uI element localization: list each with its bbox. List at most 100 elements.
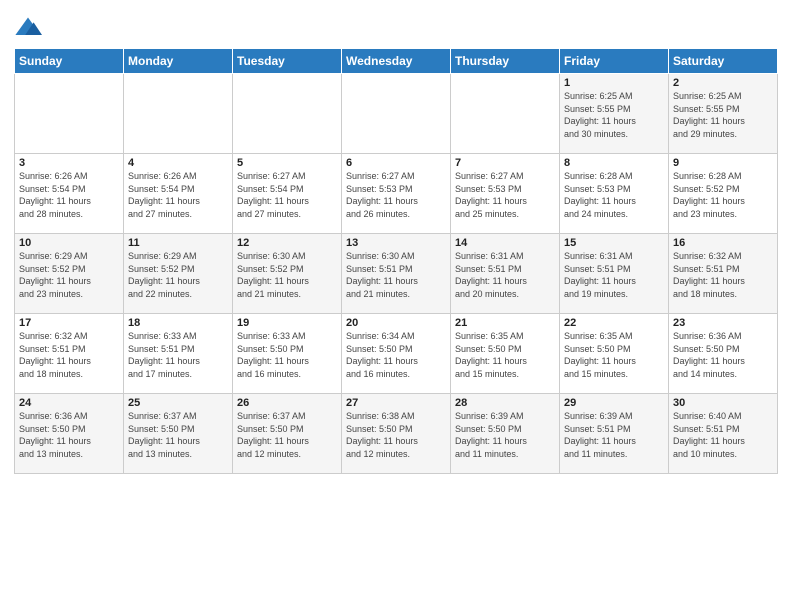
header-cell-monday: Monday [124, 49, 233, 74]
day-cell [451, 74, 560, 154]
day-cell: 24Sunrise: 6:36 AM Sunset: 5:50 PM Dayli… [15, 394, 124, 474]
day-cell: 29Sunrise: 6:39 AM Sunset: 5:51 PM Dayli… [560, 394, 669, 474]
day-cell: 27Sunrise: 6:38 AM Sunset: 5:50 PM Dayli… [342, 394, 451, 474]
day-number: 7 [455, 157, 555, 169]
day-info: Sunrise: 6:32 AM Sunset: 5:51 PM Dayligh… [673, 250, 773, 300]
day-number: 18 [128, 317, 228, 329]
day-info: Sunrise: 6:32 AM Sunset: 5:51 PM Dayligh… [19, 330, 119, 380]
day-cell [233, 74, 342, 154]
day-info: Sunrise: 6:39 AM Sunset: 5:51 PM Dayligh… [564, 410, 664, 460]
day-number: 6 [346, 157, 446, 169]
day-info: Sunrise: 6:38 AM Sunset: 5:50 PM Dayligh… [346, 410, 446, 460]
day-cell: 18Sunrise: 6:33 AM Sunset: 5:51 PM Dayli… [124, 314, 233, 394]
day-cell: 13Sunrise: 6:30 AM Sunset: 5:51 PM Dayli… [342, 234, 451, 314]
day-info: Sunrise: 6:40 AM Sunset: 5:51 PM Dayligh… [673, 410, 773, 460]
page: SundayMondayTuesdayWednesdayThursdayFrid… [0, 0, 792, 612]
day-info: Sunrise: 6:31 AM Sunset: 5:51 PM Dayligh… [564, 250, 664, 300]
day-info: Sunrise: 6:31 AM Sunset: 5:51 PM Dayligh… [455, 250, 555, 300]
day-info: Sunrise: 6:33 AM Sunset: 5:51 PM Dayligh… [128, 330, 228, 380]
day-cell: 7Sunrise: 6:27 AM Sunset: 5:53 PM Daylig… [451, 154, 560, 234]
day-cell: 22Sunrise: 6:35 AM Sunset: 5:50 PM Dayli… [560, 314, 669, 394]
logo-icon [14, 14, 42, 42]
day-number: 19 [237, 317, 337, 329]
day-cell: 9Sunrise: 6:28 AM Sunset: 5:52 PM Daylig… [669, 154, 778, 234]
day-cell: 14Sunrise: 6:31 AM Sunset: 5:51 PM Dayli… [451, 234, 560, 314]
day-cell: 25Sunrise: 6:37 AM Sunset: 5:50 PM Dayli… [124, 394, 233, 474]
day-cell [124, 74, 233, 154]
day-cell: 4Sunrise: 6:26 AM Sunset: 5:54 PM Daylig… [124, 154, 233, 234]
day-number: 2 [673, 77, 773, 89]
day-info: Sunrise: 6:29 AM Sunset: 5:52 PM Dayligh… [19, 250, 119, 300]
day-number: 23 [673, 317, 773, 329]
day-number: 5 [237, 157, 337, 169]
week-row-0: 1Sunrise: 6:25 AM Sunset: 5:55 PM Daylig… [15, 74, 778, 154]
day-number: 21 [455, 317, 555, 329]
header-cell-sunday: Sunday [15, 49, 124, 74]
calendar-table: SundayMondayTuesdayWednesdayThursdayFrid… [14, 48, 778, 474]
day-info: Sunrise: 6:39 AM Sunset: 5:50 PM Dayligh… [455, 410, 555, 460]
day-number: 1 [564, 77, 664, 89]
day-cell: 23Sunrise: 6:36 AM Sunset: 5:50 PM Dayli… [669, 314, 778, 394]
day-cell: 12Sunrise: 6:30 AM Sunset: 5:52 PM Dayli… [233, 234, 342, 314]
header-cell-saturday: Saturday [669, 49, 778, 74]
day-number: 16 [673, 237, 773, 249]
day-number: 15 [564, 237, 664, 249]
day-number: 28 [455, 397, 555, 409]
week-row-2: 10Sunrise: 6:29 AM Sunset: 5:52 PM Dayli… [15, 234, 778, 314]
day-cell: 17Sunrise: 6:32 AM Sunset: 5:51 PM Dayli… [15, 314, 124, 394]
day-number: 20 [346, 317, 446, 329]
day-info: Sunrise: 6:30 AM Sunset: 5:51 PM Dayligh… [346, 250, 446, 300]
logo [14, 14, 44, 42]
day-cell: 19Sunrise: 6:33 AM Sunset: 5:50 PM Dayli… [233, 314, 342, 394]
day-info: Sunrise: 6:27 AM Sunset: 5:53 PM Dayligh… [346, 170, 446, 220]
day-info: Sunrise: 6:34 AM Sunset: 5:50 PM Dayligh… [346, 330, 446, 380]
day-number: 22 [564, 317, 664, 329]
day-cell: 3Sunrise: 6:26 AM Sunset: 5:54 PM Daylig… [15, 154, 124, 234]
day-number: 4 [128, 157, 228, 169]
day-cell: 28Sunrise: 6:39 AM Sunset: 5:50 PM Dayli… [451, 394, 560, 474]
day-cell: 11Sunrise: 6:29 AM Sunset: 5:52 PM Dayli… [124, 234, 233, 314]
day-info: Sunrise: 6:35 AM Sunset: 5:50 PM Dayligh… [455, 330, 555, 380]
day-cell: 2Sunrise: 6:25 AM Sunset: 5:55 PM Daylig… [669, 74, 778, 154]
day-info: Sunrise: 6:37 AM Sunset: 5:50 PM Dayligh… [128, 410, 228, 460]
day-info: Sunrise: 6:33 AM Sunset: 5:50 PM Dayligh… [237, 330, 337, 380]
day-number: 11 [128, 237, 228, 249]
day-info: Sunrise: 6:28 AM Sunset: 5:52 PM Dayligh… [673, 170, 773, 220]
day-cell: 8Sunrise: 6:28 AM Sunset: 5:53 PM Daylig… [560, 154, 669, 234]
day-number: 9 [673, 157, 773, 169]
header-cell-tuesday: Tuesday [233, 49, 342, 74]
day-number: 12 [237, 237, 337, 249]
week-row-1: 3Sunrise: 6:26 AM Sunset: 5:54 PM Daylig… [15, 154, 778, 234]
day-cell: 30Sunrise: 6:40 AM Sunset: 5:51 PM Dayli… [669, 394, 778, 474]
week-row-3: 17Sunrise: 6:32 AM Sunset: 5:51 PM Dayli… [15, 314, 778, 394]
day-info: Sunrise: 6:27 AM Sunset: 5:54 PM Dayligh… [237, 170, 337, 220]
day-cell [342, 74, 451, 154]
day-info: Sunrise: 6:26 AM Sunset: 5:54 PM Dayligh… [19, 170, 119, 220]
day-cell: 1Sunrise: 6:25 AM Sunset: 5:55 PM Daylig… [560, 74, 669, 154]
day-info: Sunrise: 6:26 AM Sunset: 5:54 PM Dayligh… [128, 170, 228, 220]
day-info: Sunrise: 6:37 AM Sunset: 5:50 PM Dayligh… [237, 410, 337, 460]
day-cell: 16Sunrise: 6:32 AM Sunset: 5:51 PM Dayli… [669, 234, 778, 314]
day-number: 13 [346, 237, 446, 249]
day-number: 8 [564, 157, 664, 169]
day-cell: 15Sunrise: 6:31 AM Sunset: 5:51 PM Dayli… [560, 234, 669, 314]
day-info: Sunrise: 6:25 AM Sunset: 5:55 PM Dayligh… [673, 90, 773, 140]
day-number: 10 [19, 237, 119, 249]
header [14, 10, 778, 42]
header-row: SundayMondayTuesdayWednesdayThursdayFrid… [15, 49, 778, 74]
calendar-header: SundayMondayTuesdayWednesdayThursdayFrid… [15, 49, 778, 74]
day-cell: 5Sunrise: 6:27 AM Sunset: 5:54 PM Daylig… [233, 154, 342, 234]
day-number: 26 [237, 397, 337, 409]
day-number: 27 [346, 397, 446, 409]
day-info: Sunrise: 6:29 AM Sunset: 5:52 PM Dayligh… [128, 250, 228, 300]
day-number: 30 [673, 397, 773, 409]
day-info: Sunrise: 6:30 AM Sunset: 5:52 PM Dayligh… [237, 250, 337, 300]
day-cell: 21Sunrise: 6:35 AM Sunset: 5:50 PM Dayli… [451, 314, 560, 394]
day-info: Sunrise: 6:28 AM Sunset: 5:53 PM Dayligh… [564, 170, 664, 220]
day-info: Sunrise: 6:36 AM Sunset: 5:50 PM Dayligh… [673, 330, 773, 380]
day-info: Sunrise: 6:25 AM Sunset: 5:55 PM Dayligh… [564, 90, 664, 140]
day-number: 29 [564, 397, 664, 409]
day-info: Sunrise: 6:27 AM Sunset: 5:53 PM Dayligh… [455, 170, 555, 220]
day-cell: 20Sunrise: 6:34 AM Sunset: 5:50 PM Dayli… [342, 314, 451, 394]
day-cell: 6Sunrise: 6:27 AM Sunset: 5:53 PM Daylig… [342, 154, 451, 234]
